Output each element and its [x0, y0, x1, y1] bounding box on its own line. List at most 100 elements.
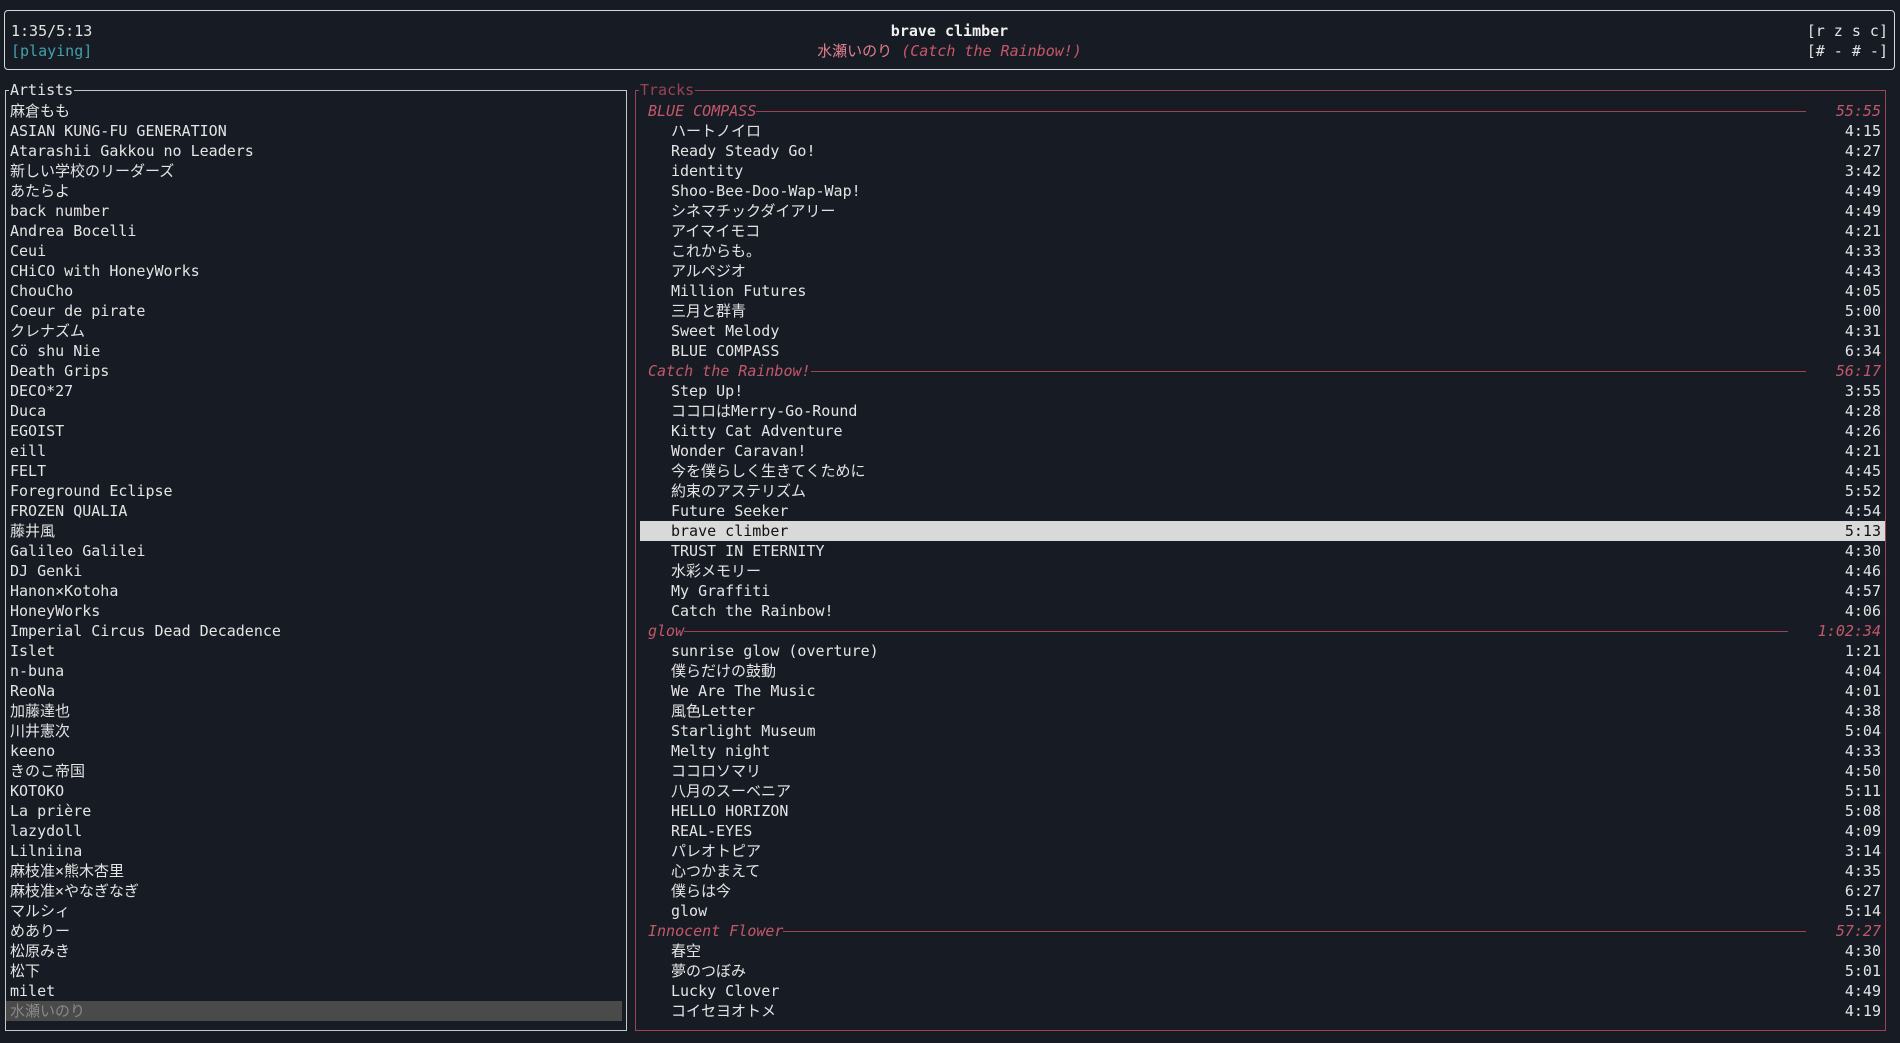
track-row[interactable]: 僕らだけの鼓動 4:04 — [640, 661, 1885, 681]
track-row[interactable]: 三月と群青 5:00 — [640, 301, 1885, 321]
artist-item[interactable]: マルシィ — [6, 901, 622, 921]
track-row[interactable]: Step Up! 3:55 — [640, 381, 1885, 401]
artist-item[interactable]: 藤井風 — [6, 521, 622, 541]
album-header[interactable]: Innocent Flower 57:27 — [636, 921, 1885, 941]
artist-item[interactable]: Hanon×Kotoha — [6, 581, 622, 601]
album-name: Catch the Rainbow! — [648, 362, 811, 380]
artist-item[interactable]: CHiCO with HoneyWorks — [6, 261, 622, 281]
track-row[interactable]: アルペジオ 4:43 — [640, 261, 1885, 281]
track-row[interactable]: Shoo-Bee-Doo-Wap-Wap! 4:49 — [640, 181, 1885, 201]
track-row[interactable]: sunrise glow (overture) 1:21 — [640, 641, 1885, 661]
track-duration: 4:46 — [1844, 562, 1881, 580]
track-row[interactable]: Sweet Melody 4:31 — [640, 321, 1885, 341]
track-row[interactable]: brave climber 5:13 — [640, 521, 1885, 541]
artist-item[interactable]: 麻枝准×熊木杏里 — [6, 861, 622, 881]
artist-item[interactable]: Coeur de pirate — [6, 301, 622, 321]
track-row[interactable]: アイマイモコ 4:21 — [640, 221, 1885, 241]
artist-item[interactable]: 川井憲次 — [6, 721, 622, 741]
album-header[interactable]: Catch the Rainbow! 56:17 — [636, 361, 1885, 381]
track-row[interactable]: コイセヨオトメ 4:19 — [640, 1001, 1885, 1021]
track-row[interactable]: identity 3:42 — [640, 161, 1885, 181]
artist-item[interactable]: Andrea Bocelli — [6, 221, 622, 241]
track-row[interactable]: これからも。 4:33 — [640, 241, 1885, 261]
track-row[interactable]: 夢のつぼみ 5:01 — [640, 961, 1885, 981]
track-row[interactable]: 約束のアステリズム 5:52 — [640, 481, 1885, 501]
track-duration: 4:49 — [1844, 182, 1881, 200]
artist-item[interactable]: lazydoll — [6, 821, 622, 841]
artist-item[interactable]: 麻枝准×やなぎなぎ — [6, 881, 622, 901]
artist-item[interactable]: Foreground Eclipse — [6, 481, 622, 501]
artist-item[interactable]: きのこ帝国 — [6, 761, 622, 781]
artist-item[interactable]: DECO*27 — [6, 381, 622, 401]
track-row[interactable]: 心つかまえて 4:35 — [640, 861, 1885, 881]
artist-item[interactable]: Atarashii Gakkou no Leaders — [6, 141, 622, 161]
album-header[interactable]: BLUE COMPASS 55:55 — [636, 101, 1885, 121]
artist-item[interactable]: ChouCho — [6, 281, 622, 301]
artist-item[interactable]: HoneyWorks — [6, 601, 622, 621]
artist-item[interactable]: あたらよ — [6, 181, 622, 201]
track-row[interactable]: 水彩メモリー 4:46 — [640, 561, 1885, 581]
track-row[interactable]: Starlight Museum 5:04 — [640, 721, 1885, 741]
artist-item[interactable]: FELT — [6, 461, 622, 481]
track-row[interactable]: 春空 4:30 — [640, 941, 1885, 961]
track-row[interactable]: パレオトピア 3:14 — [640, 841, 1885, 861]
artist-item[interactable]: eill — [6, 441, 622, 461]
track-row[interactable]: glow 5:14 — [640, 901, 1885, 921]
track-row[interactable]: ココロソマリ 4:50 — [640, 761, 1885, 781]
artist-item[interactable]: KOTOKO — [6, 781, 622, 801]
artist-item[interactable]: ReoNa — [6, 681, 622, 701]
track-row[interactable]: ハートノイロ 4:15 — [640, 121, 1885, 141]
artist-item[interactable]: Islet — [6, 641, 622, 661]
artist-item[interactable]: Duca — [6, 401, 622, 421]
track-duration: 4:30 — [1844, 942, 1881, 960]
artist-item[interactable]: Ceui — [6, 241, 622, 261]
track-row[interactable]: We Are The Music 4:01 — [640, 681, 1885, 701]
artist-item[interactable]: EGOIST — [6, 421, 622, 441]
artist-item[interactable]: 新しい学校のリーダーズ — [6, 161, 622, 181]
track-row[interactable]: 八月のスーベニア 5:11 — [640, 781, 1885, 801]
track-row[interactable]: Lucky Clover 4:49 — [640, 981, 1885, 1001]
track-duration: 4:30 — [1844, 542, 1881, 560]
track-row[interactable]: Ready Steady Go! 4:27 — [640, 141, 1885, 161]
artist-item[interactable]: Cö shu Nie — [6, 341, 622, 361]
track-title: 水彩メモリー — [671, 562, 762, 580]
artist-item[interactable]: La prière — [6, 801, 622, 821]
track-row[interactable]: ココロはMerry-Go-Round 4:28 — [640, 401, 1885, 421]
track-row[interactable]: HELLO HORIZON 5:08 — [640, 801, 1885, 821]
artist-item[interactable]: FROZEN QUALIA — [6, 501, 622, 521]
track-row[interactable]: Wonder Caravan! 4:21 — [640, 441, 1885, 461]
track-title: ココロはMerry-Go-Round — [671, 402, 858, 420]
artist-item[interactable]: back number — [6, 201, 622, 221]
track-row[interactable]: REAL-EYES 4:09 — [640, 821, 1885, 841]
artist-item[interactable]: Death Grips — [6, 361, 622, 381]
artist-item[interactable]: Galileo Galilei — [6, 541, 622, 561]
track-row[interactable]: Kitty Cat Adventure 4:26 — [640, 421, 1885, 441]
artist-item[interactable]: 加藤達也 — [6, 701, 622, 721]
artist-item[interactable]: n-buna — [6, 661, 622, 681]
track-row[interactable]: My Graffiti 4:57 — [640, 581, 1885, 601]
track-row[interactable]: Catch the Rainbow! 4:06 — [640, 601, 1885, 621]
track-row[interactable]: 風色Letter 4:38 — [640, 701, 1885, 721]
artist-item[interactable]: クレナズム — [6, 321, 622, 341]
artist-item[interactable]: 水瀬いのり — [6, 1001, 622, 1021]
artist-item[interactable]: Imperial Circus Dead Decadence — [6, 621, 622, 641]
artist-item[interactable]: 松原みき — [6, 941, 622, 961]
album-header[interactable]: glow 1:02:34 — [636, 621, 1885, 641]
track-row[interactable]: Melty night 4:33 — [640, 741, 1885, 761]
artist-item[interactable]: milet — [6, 981, 622, 1001]
track-row[interactable]: Million Futures 4:05 — [640, 281, 1885, 301]
artist-item[interactable]: keeno — [6, 741, 622, 761]
track-row[interactable]: BLUE COMPASS 6:34 — [640, 341, 1885, 361]
artist-item[interactable]: 麻倉もも — [6, 101, 622, 121]
artist-item[interactable]: Lilniina — [6, 841, 622, 861]
track-row[interactable]: シネマチックダイアリー 4:49 — [640, 201, 1885, 221]
track-row[interactable]: 今を僕らしく生きてくために 4:45 — [640, 461, 1885, 481]
track-row[interactable]: TRUST IN ETERNITY 4:30 — [640, 541, 1885, 561]
artist-item[interactable]: めありー — [6, 921, 622, 941]
track-row[interactable]: Future Seeker 4:54 — [640, 501, 1885, 521]
artist-item[interactable]: 松下 — [6, 961, 622, 981]
artist-item[interactable]: DJ Genki — [6, 561, 622, 581]
track-row[interactable]: 僕らは今 6:27 — [640, 881, 1885, 901]
artist-item[interactable]: ASIAN KUNG-FU GENERATION — [6, 121, 622, 141]
track-duration: 4:06 — [1844, 602, 1881, 620]
